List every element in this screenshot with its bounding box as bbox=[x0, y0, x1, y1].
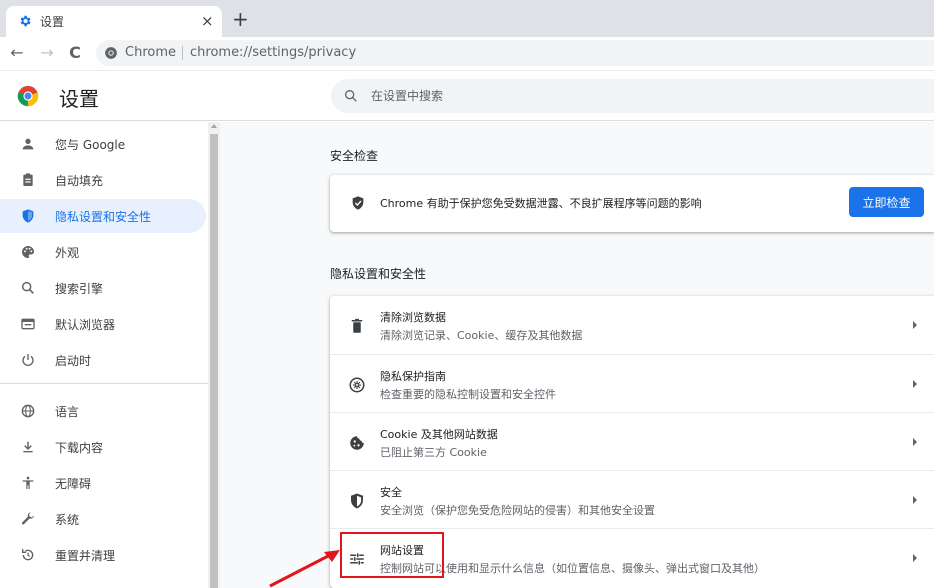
reset-icon bbox=[22, 549, 34, 561]
settings-main: 安全检查 Chrome 有助于保护您免受数据泄露、不良扩展程序等问题的影响 立即… bbox=[220, 122, 934, 588]
security-shield-icon bbox=[351, 493, 363, 509]
chrome-logo-icon bbox=[17, 85, 39, 107]
sidebar-divider bbox=[0, 383, 208, 384]
settings-sidebar: 您与 Google 自动填充 隐私设置和安全性 外观 搜索引擎 默认浏览器 启动… bbox=[0, 122, 208, 588]
sidebar-item-appearance[interactable]: 外观 bbox=[0, 235, 206, 269]
safety-check-text: Chrome 有助于保护您免受数据泄露、不良扩展程序等问题的影响 bbox=[380, 197, 702, 210]
row-privacy-guide[interactable]: 隐私保护指南 检查重要的隐私控制设置和安全控件 bbox=[330, 354, 934, 412]
compass-icon bbox=[349, 377, 365, 393]
sidebar-item-label: 外观 bbox=[55, 246, 80, 260]
sidebar-item-label: 您与 Google bbox=[55, 138, 126, 152]
sidebar-item-accessibility[interactable]: 无障碍 bbox=[0, 466, 206, 500]
sidebar-item-label: 语言 bbox=[55, 405, 80, 419]
browser-toolbar: ← → C Chrome chrome://settings/privacy bbox=[0, 37, 934, 69]
sidebar-item-privacy[interactable]: 隐私设置和安全性 bbox=[0, 199, 206, 233]
sidebar-item-label: 启动时 bbox=[55, 354, 92, 368]
person-icon bbox=[22, 138, 34, 150]
download-icon bbox=[23, 441, 33, 453]
sidebar-item-downloads[interactable]: 下载内容 bbox=[0, 430, 206, 464]
chevron-right-icon bbox=[913, 496, 917, 504]
new-tab-button[interactable]: + bbox=[232, 9, 249, 29]
search-icon bbox=[21, 281, 34, 294]
chevron-right-icon bbox=[913, 438, 917, 446]
trash-icon bbox=[351, 318, 363, 333]
tab-strip: 设置 × + bbox=[0, 0, 934, 37]
row-title: 清除浏览数据 bbox=[380, 311, 446, 324]
safety-check-heading: 安全检查 bbox=[330, 149, 379, 163]
chevron-right-icon bbox=[913, 554, 917, 562]
close-icon[interactable]: × bbox=[201, 11, 214, 31]
sidebar-item-label: 隐私设置和安全性 bbox=[55, 210, 152, 224]
clipboard-icon bbox=[23, 173, 33, 186]
power-icon bbox=[22, 354, 34, 366]
accessibility-icon bbox=[22, 476, 34, 489]
chevron-right-icon bbox=[913, 380, 917, 388]
verified-shield-icon bbox=[352, 196, 364, 210]
palette-icon bbox=[22, 246, 34, 258]
sidebar-item-reset[interactable]: 重置并清理 bbox=[0, 538, 206, 572]
safety-check-card: Chrome 有助于保护您免受数据泄露、不良扩展程序等问题的影响 立即检查 bbox=[330, 175, 934, 232]
sidebar-item-search-engine[interactable]: 搜索引擎 bbox=[0, 271, 206, 305]
privacy-heading: 隐私设置和安全性 bbox=[330, 267, 427, 281]
address-bar[interactable]: Chrome chrome://settings/privacy bbox=[96, 40, 934, 66]
row-subtitle: 检查重要的隐私控制设置和安全控件 bbox=[380, 388, 556, 401]
row-title: 隐私保护指南 bbox=[380, 370, 446, 383]
sidebar-item-label: 重置并清理 bbox=[55, 549, 116, 563]
gear-icon bbox=[20, 15, 31, 27]
globe-icon bbox=[21, 404, 35, 418]
row-clear-browsing-data[interactable]: 清除浏览数据 清除浏览记录、Cookie、缓存及其他数据 bbox=[330, 296, 934, 354]
tab-title: 设置 bbox=[40, 15, 65, 29]
search-icon bbox=[345, 90, 357, 102]
page-title: 设置 bbox=[59, 87, 99, 111]
scroll-thumb[interactable] bbox=[210, 134, 218, 588]
sidebar-item-languages[interactable]: 语言 bbox=[0, 394, 206, 428]
annotation-arrow-icon bbox=[269, 550, 340, 588]
url-text[interactable]: chrome://settings/privacy bbox=[190, 45, 356, 60]
back-button[interactable]: ← bbox=[6, 42, 28, 64]
row-subtitle: 清除浏览记录、Cookie、缓存及其他数据 bbox=[380, 329, 583, 342]
sidebar-item-system[interactable]: 系统 bbox=[0, 502, 206, 536]
row-subtitle: 已阻止第三方 Cookie bbox=[380, 446, 487, 459]
cookie-icon bbox=[350, 436, 364, 450]
browser-icon bbox=[21, 318, 35, 330]
settings-header: 设置 bbox=[0, 70, 934, 121]
check-now-button[interactable]: 立即检查 bbox=[849, 187, 924, 217]
row-subtitle: 安全浏览（保护您免受危险网站的侵害）和其他安全设置 bbox=[380, 504, 655, 517]
wrench-icon bbox=[21, 512, 34, 525]
sidebar-item-default-browser[interactable]: 默认浏览器 bbox=[0, 307, 206, 341]
sidebar-item-label: 无障碍 bbox=[55, 477, 92, 491]
row-title: Cookie 及其他网站数据 bbox=[380, 428, 498, 441]
tab-settings[interactable]: 设置 × bbox=[6, 6, 222, 37]
sidebar-item-label: 默认浏览器 bbox=[55, 318, 116, 332]
row-cookies[interactable]: Cookie 及其他网站数据 已阻止第三方 Cookie bbox=[330, 412, 934, 470]
reload-button[interactable]: C bbox=[64, 42, 86, 64]
site-label: Chrome bbox=[125, 45, 176, 60]
sidebar-item-on-startup[interactable]: 启动时 bbox=[0, 343, 206, 377]
address-divider bbox=[182, 46, 183, 60]
highlight-box bbox=[340, 532, 444, 578]
sidebar-scrollbar[interactable] bbox=[208, 122, 220, 588]
scroll-up-arrow-icon[interactable] bbox=[211, 124, 217, 128]
sidebar-item-label: 下载内容 bbox=[55, 441, 104, 455]
chrome-site-icon bbox=[105, 47, 117, 59]
forward-button[interactable]: → bbox=[36, 42, 58, 64]
row-title: 安全 bbox=[380, 486, 402, 499]
search-input[interactable] bbox=[371, 86, 891, 106]
sidebar-item-you-and-google[interactable]: 您与 Google bbox=[0, 127, 206, 161]
row-security[interactable]: 安全 安全浏览（保护您免受危险网站的侵害）和其他安全设置 bbox=[330, 470, 934, 528]
chevron-right-icon bbox=[913, 321, 917, 329]
sidebar-item-label: 搜索引擎 bbox=[55, 282, 104, 296]
settings-search[interactable] bbox=[331, 79, 934, 113]
shield-icon bbox=[22, 209, 34, 223]
sidebar-item-label: 系统 bbox=[55, 513, 80, 527]
sidebar-item-autofill[interactable]: 自动填充 bbox=[0, 163, 206, 197]
sidebar-item-label: 自动填充 bbox=[55, 174, 104, 188]
